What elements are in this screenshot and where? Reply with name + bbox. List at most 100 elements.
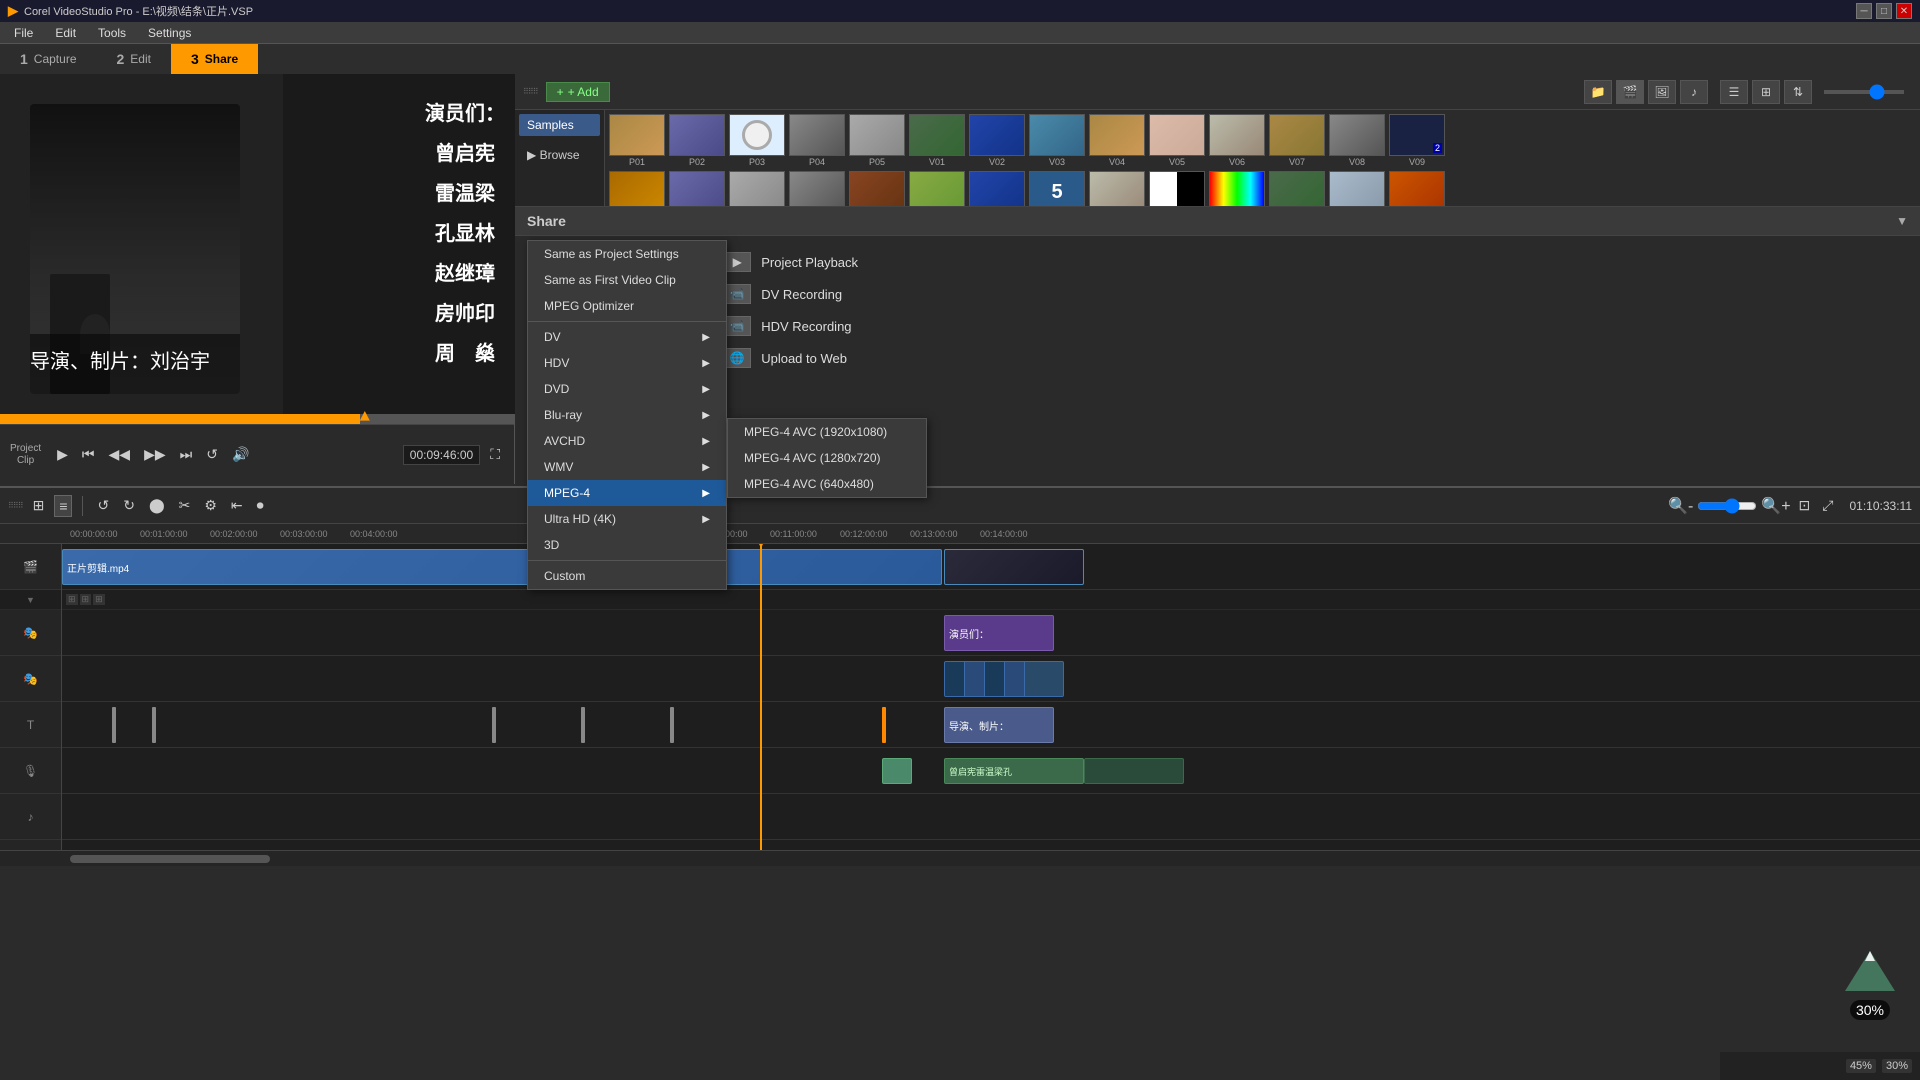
- mpeg4-option-480[interactable]: MPEG-4 AVC (640x480): [728, 471, 926, 497]
- tl-effects-button[interactable]: ⚙: [200, 495, 221, 516]
- sort-button[interactable]: ⇅: [1784, 80, 1812, 104]
- tl-storyboard-button[interactable]: ⊞: [29, 495, 49, 516]
- media-thumb-r01[interactable]: [609, 171, 665, 206]
- tl-split-button[interactable]: ✂: [175, 495, 195, 516]
- menu-file[interactable]: File: [4, 24, 43, 42]
- media-thumb-p03[interactable]: [729, 114, 785, 156]
- media-thumb-p02[interactable]: [669, 114, 725, 156]
- dropdown-bluray[interactable]: Blu-ray ▶: [528, 402, 726, 428]
- dropdown-mpeg-optimizer[interactable]: MPEG Optimizer: [528, 293, 726, 319]
- list-view-button[interactable]: ☰: [1720, 80, 1748, 104]
- media-thumb-r11[interactable]: [1209, 171, 1265, 206]
- media-thumb-v01[interactable]: [909, 114, 965, 156]
- tl-timeline-button[interactable]: ≡: [54, 495, 72, 517]
- tl-transitions-button[interactable]: ⬤: [145, 495, 169, 516]
- media-thumb-r03[interactable]: [729, 171, 785, 206]
- folder-view-button[interactable]: 📁: [1584, 80, 1612, 104]
- forward-button[interactable]: ▶▶: [140, 444, 170, 465]
- dropdown-dv[interactable]: DV ▶: [528, 324, 726, 350]
- media-thumb-r07[interactable]: [969, 171, 1025, 206]
- media-thumb-v08[interactable]: [1329, 114, 1385, 156]
- media-thumb-v05[interactable]: [1149, 114, 1205, 156]
- dropdown-same-first[interactable]: Same as First Video Clip: [528, 267, 726, 293]
- hdv-recording-option[interactable]: 📹 HDV Recording: [723, 316, 858, 336]
- dropdown-3d[interactable]: 3D: [528, 532, 726, 558]
- expand-button[interactable]: ⛶: [486, 444, 504, 465]
- dv-recording-option[interactable]: 📹 DV Recording: [723, 284, 858, 304]
- media-thumb-v03[interactable]: [1029, 114, 1085, 156]
- image-filter-button[interactable]: 🖼: [1648, 80, 1676, 104]
- menu-settings[interactable]: Settings: [138, 24, 201, 42]
- media-thumb-r14[interactable]: [1389, 171, 1445, 206]
- dropdown-wmv[interactable]: WMV ▶: [528, 454, 726, 480]
- loop-button[interactable]: ↺: [202, 444, 222, 465]
- dropdown-dvd[interactable]: DVD ▶: [528, 376, 726, 402]
- tl-record-button[interactable]: ⏺: [253, 495, 268, 516]
- tab-edit[interactable]: 2 Edit: [97, 44, 171, 74]
- tl-redo-button[interactable]: ↻: [119, 495, 139, 516]
- video-clip-main[interactable]: 正片剪辑.mp4: [62, 549, 942, 585]
- overlay-clip-video[interactable]: [944, 661, 1064, 697]
- upload-web-option[interactable]: 🌐 Upload to Web: [723, 348, 858, 368]
- project-playback-option[interactable]: ▶ Project Playback: [723, 252, 858, 272]
- grid-view-button[interactable]: ⊞: [1752, 80, 1780, 104]
- media-thumb-r06[interactable]: [909, 171, 965, 206]
- track-sub-icon1[interactable]: ⊞: [66, 594, 78, 605]
- dropdown-ultra-hd[interactable]: Ultra HD (4K) ▶: [528, 506, 726, 532]
- mpeg4-option-720[interactable]: MPEG-4 AVC (1280x720): [728, 445, 926, 471]
- sidebar-item-browse[interactable]: ▶ Browse: [519, 144, 600, 166]
- dropdown-mpeg4[interactable]: MPEG-4 ▶: [528, 480, 726, 506]
- zoom-out-button[interactable]: 🔍-: [1668, 496, 1693, 516]
- video-filter-button[interactable]: 🎬: [1616, 80, 1644, 104]
- overlay-clip-text1[interactable]: 演员们：: [944, 615, 1054, 651]
- voice-clip-extra[interactable]: [1084, 758, 1184, 784]
- minimize-button[interactable]: ─: [1856, 3, 1872, 19]
- media-thumb-v04[interactable]: [1089, 114, 1145, 156]
- media-thumb-r12[interactable]: [1269, 171, 1325, 206]
- track-sub-icon3[interactable]: ⊞: [93, 594, 105, 605]
- media-thumb-v02[interactable]: [969, 114, 1025, 156]
- timeline-scrubber[interactable]: [0, 414, 514, 424]
- next-frame-button[interactable]: ⏭: [176, 444, 197, 465]
- media-thumb-r05[interactable]: [849, 171, 905, 206]
- voice-clip-small[interactable]: [882, 758, 912, 784]
- media-thumb-r02[interactable]: [669, 171, 725, 206]
- video-clip-after[interactable]: [944, 549, 1084, 585]
- media-thumb-p04[interactable]: [789, 114, 845, 156]
- tl-trim-button[interactable]: ⇤: [227, 495, 247, 516]
- media-thumb-p05[interactable]: [849, 114, 905, 156]
- sidebar-item-samples[interactable]: Samples: [519, 114, 600, 136]
- timeline-zoom-slider[interactable]: [1697, 498, 1757, 514]
- prev-frame-button[interactable]: ⏮: [78, 444, 99, 465]
- tab-share[interactable]: 3 Share: [171, 44, 258, 74]
- dropdown-custom[interactable]: Custom: [528, 563, 726, 589]
- media-thumb-v09[interactable]: 2: [1389, 114, 1445, 156]
- media-thumb-v07[interactable]: [1269, 114, 1325, 156]
- menu-edit[interactable]: Edit: [45, 24, 86, 42]
- voice-clip-main[interactable]: 曾启宪雷温梁孔: [944, 758, 1084, 784]
- play-button[interactable]: ▶: [53, 444, 72, 465]
- media-thumb-p01[interactable]: [609, 114, 665, 156]
- tab-capture[interactable]: 1 Capture: [0, 44, 97, 74]
- media-thumb-r13[interactable]: [1329, 171, 1385, 206]
- menu-tools[interactable]: Tools: [88, 24, 136, 42]
- media-thumb-r04[interactable]: [789, 171, 845, 206]
- audio-filter-button[interactable]: ♪: [1680, 80, 1708, 104]
- close-button[interactable]: ✕: [1896, 3, 1912, 19]
- add-media-button[interactable]: + + Add: [546, 82, 610, 102]
- share-header-arrow[interactable]: ▼: [1896, 214, 1908, 228]
- media-thumb-r08[interactable]: 5: [1029, 171, 1085, 206]
- tl-undo-button[interactable]: ↺: [93, 495, 113, 516]
- fit-to-window-button[interactable]: ⊡: [1795, 495, 1815, 516]
- media-thumb-r09[interactable]: [1089, 171, 1145, 206]
- dropdown-hdv[interactable]: HDV ▶: [528, 350, 726, 376]
- text-clip-director[interactable]: 导演、制片：: [944, 707, 1054, 743]
- dropdown-same-project[interactable]: Same as Project Settings: [528, 241, 726, 267]
- track-sub-icon2[interactable]: ⊞: [80, 594, 92, 605]
- zoom-in-button[interactable]: 🔍+: [1761, 496, 1790, 516]
- media-thumb-v06[interactable]: [1209, 114, 1265, 156]
- thumbnail-size-slider[interactable]: [1824, 90, 1904, 94]
- maximize-button[interactable]: □: [1876, 3, 1892, 19]
- rewind-button[interactable]: ◀◀: [105, 444, 135, 465]
- horizontal-scrollbar[interactable]: [70, 855, 270, 863]
